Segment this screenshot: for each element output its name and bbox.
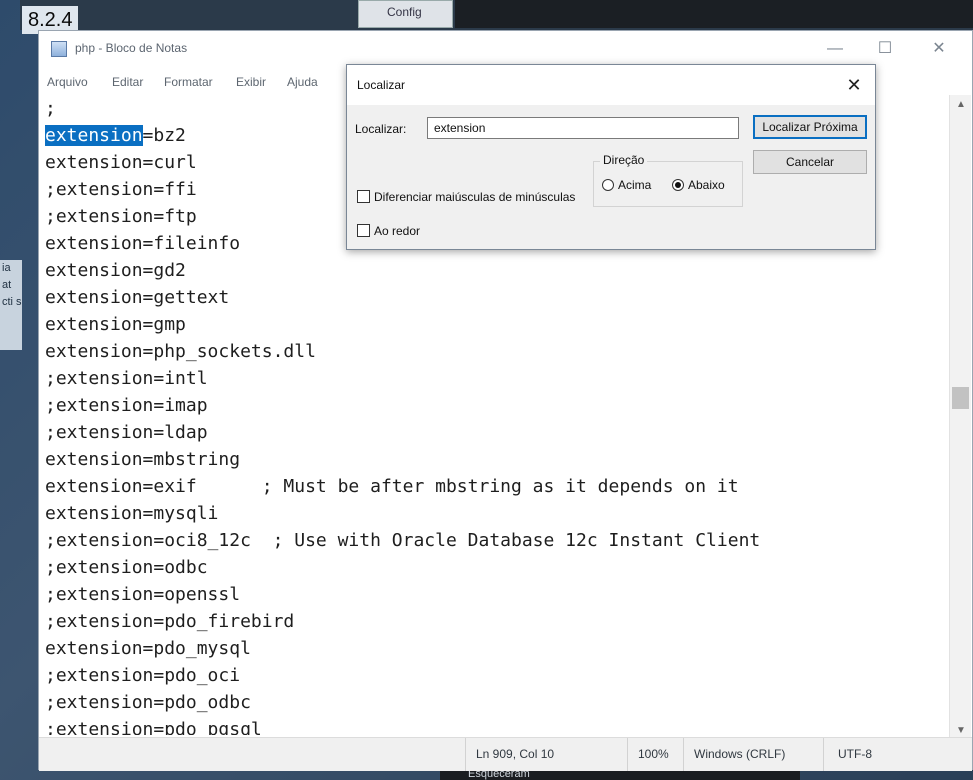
status-encoding: UTF-8 bbox=[823, 738, 973, 771]
scroll-up-arrow-icon[interactable]: ▲ bbox=[950, 95, 972, 115]
status-line-ending: Windows (CRLF) bbox=[683, 738, 823, 771]
find-dialog-title: Localizar bbox=[357, 78, 406, 92]
background-side-text: ia at cti s bbox=[0, 260, 22, 350]
editor-line[interactable]: ;extension=oci8_12c ; Use with Oracle Da… bbox=[45, 527, 760, 554]
editor-line[interactable]: extension=exif ; Must be after mbstring … bbox=[45, 473, 739, 500]
editor-line[interactable]: ;extension=pdo_oci bbox=[45, 662, 240, 689]
find-label: Localizar: bbox=[355, 122, 407, 136]
background-dark-area bbox=[455, 0, 973, 28]
status-cursor-position: Ln 909, Col 10 bbox=[465, 738, 627, 771]
editor-line[interactable]: extension=php_sockets.dll bbox=[45, 338, 316, 365]
editor-line[interactable]: ;extension=ftp bbox=[45, 203, 197, 230]
menu-arquivo[interactable]: Arquivo bbox=[47, 75, 88, 89]
status-zoom: 100% bbox=[627, 738, 683, 771]
minimize-button[interactable]: — bbox=[815, 37, 855, 61]
direction-up-radio[interactable] bbox=[602, 179, 614, 191]
editor-line[interactable]: ;extension=intl bbox=[45, 365, 208, 392]
editor-line[interactable]: extension=mbstring bbox=[45, 446, 240, 473]
vertical-scrollbar[interactable]: ▲ ▼ bbox=[949, 95, 971, 741]
title-bar[interactable]: php - Bloco de Notas — ☐ ✕ bbox=[39, 31, 972, 67]
match-case-checkbox[interactable] bbox=[357, 190, 370, 203]
maximize-button[interactable]: ☐ bbox=[865, 37, 905, 61]
direction-down-radio[interactable] bbox=[672, 179, 684, 191]
direction-down-label: Abaixo bbox=[688, 178, 725, 192]
menu-ajuda[interactable]: Ajuda bbox=[287, 75, 318, 89]
find-dialog: Localizar ✕ Localizar: Localizar Próxima… bbox=[346, 64, 876, 250]
find-dialog-title-bar[interactable]: Localizar ✕ bbox=[347, 65, 875, 105]
editor-line[interactable]: ;extension=openssl bbox=[45, 581, 240, 608]
editor-line[interactable]: ; bbox=[45, 95, 56, 122]
find-input[interactable] bbox=[427, 117, 739, 139]
background-config-tab: Config bbox=[358, 0, 453, 28]
editor-line[interactable]: ;extension=pdo_pgsql bbox=[45, 716, 262, 735]
find-next-button[interactable]: Localizar Próxima bbox=[753, 115, 867, 139]
editor-line[interactable]: extension=bz2 bbox=[45, 122, 186, 149]
menu-exibir[interactable]: Exibir bbox=[236, 75, 266, 89]
search-match-highlight: extension bbox=[45, 125, 143, 146]
editor-line[interactable]: ;extension=odbc bbox=[45, 554, 208, 581]
direction-group: Direção Acima Abaixo bbox=[593, 153, 743, 207]
editor-line[interactable]: extension=gmp bbox=[45, 311, 186, 338]
direction-label: Direção bbox=[600, 153, 648, 167]
editor-line[interactable]: extension=mysqli bbox=[45, 500, 218, 527]
editor-line[interactable]: ;extension=pdo_firebird bbox=[45, 608, 294, 635]
window-title: php - Bloco de Notas bbox=[75, 41, 188, 55]
editor-line[interactable]: extension=fileinfo bbox=[45, 230, 240, 257]
editor-line[interactable]: extension=gettext bbox=[45, 284, 229, 311]
close-button[interactable]: ✕ bbox=[919, 37, 959, 61]
cancel-button[interactable]: Cancelar bbox=[753, 150, 867, 174]
find-dialog-close-icon[interactable]: ✕ bbox=[841, 73, 867, 97]
direction-up-label: Acima bbox=[618, 178, 652, 192]
match-case-label: Diferenciar maiúsculas de minúsculas bbox=[374, 190, 576, 204]
scroll-thumb[interactable] bbox=[952, 387, 969, 409]
editor-line[interactable]: ;extension=ffi bbox=[45, 176, 197, 203]
editor-line[interactable]: ;extension=imap bbox=[45, 392, 208, 419]
wrap-around-label: Ao redor bbox=[374, 224, 421, 238]
menu-editar[interactable]: Editar bbox=[112, 75, 143, 89]
editor-line[interactable]: extension=gd2 bbox=[45, 257, 186, 284]
editor-line[interactable]: ;extension=pdo_odbc bbox=[45, 689, 251, 716]
notepad-app-icon bbox=[51, 41, 67, 57]
menu-formatar[interactable]: Formatar bbox=[164, 75, 213, 89]
status-bar: Ln 909, Col 10 100% Windows (CRLF) UTF-8 bbox=[39, 737, 972, 771]
wrap-around-checkbox[interactable] bbox=[357, 224, 370, 237]
editor-line[interactable]: ;extension=ldap bbox=[45, 419, 208, 446]
editor-line[interactable]: extension=curl bbox=[45, 149, 197, 176]
editor-line[interactable]: extension=pdo_mysql bbox=[45, 635, 251, 662]
